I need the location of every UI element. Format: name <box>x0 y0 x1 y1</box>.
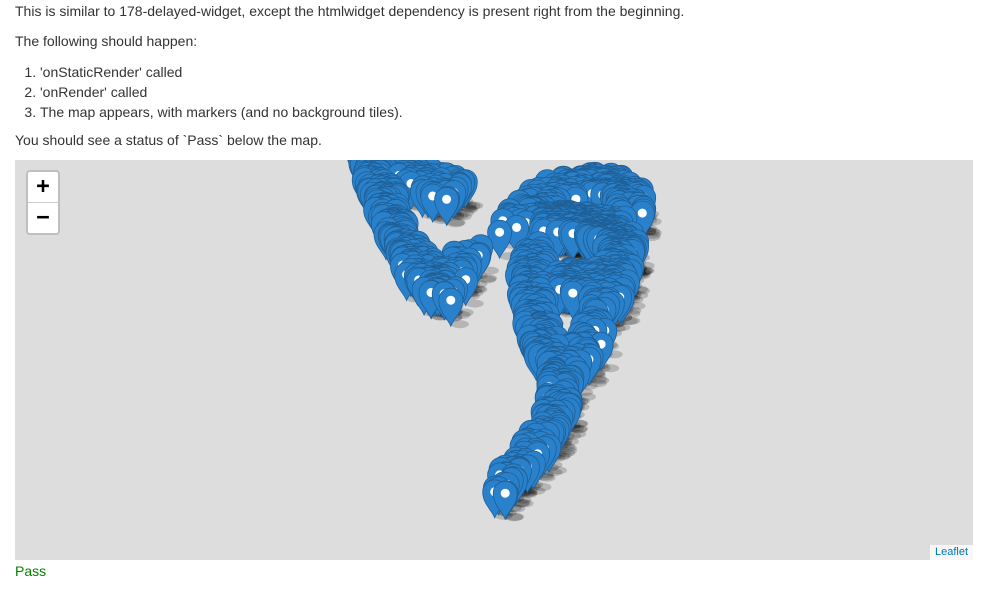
zoom-out-button[interactable]: − <box>28 203 58 233</box>
status-text: Pass <box>15 563 47 579</box>
following-paragraph: The following should happen: <box>15 33 198 49</box>
map-attribution: Leaflet <box>929 545 973 560</box>
leaflet-link[interactable]: Leaflet <box>935 546 968 558</box>
expected-steps-list: 'onStaticRender' called 'onRender' calle… <box>15 62 403 122</box>
leaflet-map[interactable]: + − Leaflet <box>15 160 973 560</box>
intro-paragraph: This is similar to 178-delayed-widget, e… <box>15 3 685 19</box>
marker-layer[interactable] <box>15 160 973 560</box>
list-item: 'onRender' called <box>40 82 403 102</box>
zoom-in-button[interactable]: + <box>28 172 58 203</box>
list-item: 'onStaticRender' called <box>40 62 403 82</box>
zoom-control: + − <box>26 170 60 235</box>
status-instructions: You should see a status of `Pass` below … <box>15 132 322 148</box>
list-item: The map appears, with markers (and no ba… <box>40 102 403 122</box>
